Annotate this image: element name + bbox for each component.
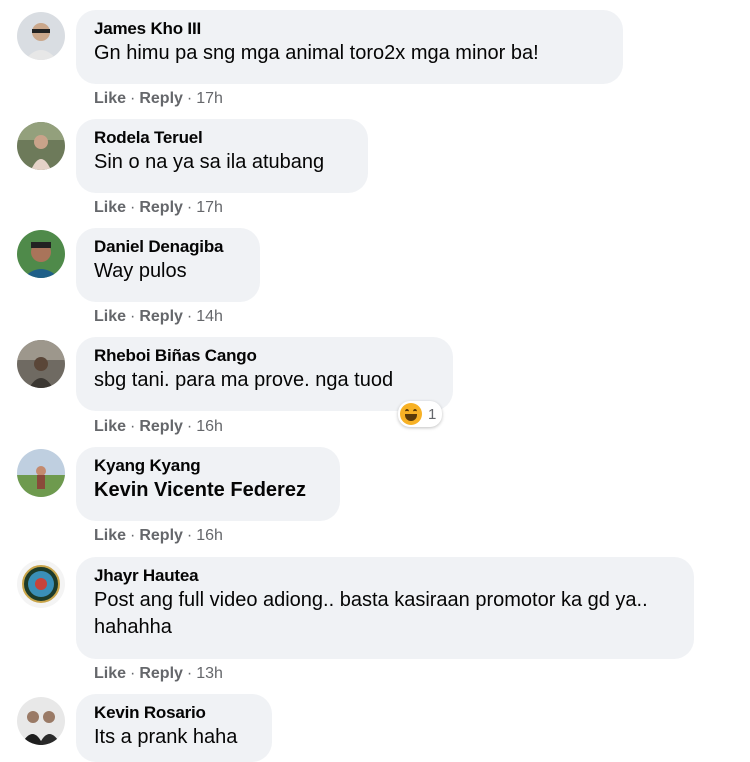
reply-button[interactable]: Reply (139, 90, 183, 107)
avatar[interactable] (17, 697, 65, 745)
reply-button[interactable]: Reply (139, 308, 183, 325)
like-button[interactable]: Like (94, 665, 126, 682)
comment-timestamp[interactable]: 17h (196, 199, 223, 216)
comment-actions: Like · Reply · 14h (94, 308, 223, 326)
comment-text: Post ang full video adiong.. basta kasir… (94, 589, 648, 638)
comment-author[interactable]: Rodela Teruel (94, 127, 350, 149)
comment-actions: Like · Reply · 17h (94, 199, 223, 217)
comment-actions: Like · Reply · 17h (94, 90, 223, 108)
comment-bubble: Kyang Kyang Kevin Vicente Federez (76, 447, 340, 521)
mentioned-user-link[interactable]: Kevin Vicente Federez (94, 477, 322, 504)
separator: · (130, 527, 136, 544)
comment-bubble: Jhayr Hautea Post ang full video adiong.… (76, 557, 694, 659)
avatar[interactable] (17, 230, 65, 278)
comment-text: sbg tani. para ma prove. nga tuod (94, 369, 394, 391)
like-button[interactable]: Like (94, 527, 126, 544)
avatar[interactable] (17, 122, 65, 170)
comment-bubble: Rodela Teruel Sin o na ya sa ila atubang (76, 119, 368, 193)
comment-text: Way pulos (94, 260, 187, 282)
comment-actions: Like · Reply · 16h (94, 418, 223, 436)
comment-author[interactable]: Kevin Rosario (94, 702, 254, 724)
comment-bubble: Daniel Denagiba Way pulos (76, 228, 260, 302)
comment-author[interactable]: Kyang Kyang (94, 455, 322, 477)
reply-button[interactable]: Reply (139, 527, 183, 544)
like-button[interactable]: Like (94, 308, 126, 325)
avatar[interactable] (17, 449, 65, 497)
comment-author[interactable]: Jhayr Hautea (94, 565, 676, 587)
comment-timestamp[interactable]: 16h (196, 418, 223, 435)
separator: · (186, 527, 193, 544)
separator: · (130, 665, 136, 682)
reaction-count[interactable]: 1 (398, 401, 443, 427)
comment-timestamp[interactable]: 17h (196, 90, 223, 107)
separator: · (130, 308, 136, 325)
comment-text: Sin o na ya sa ila atubang (94, 151, 325, 173)
comment-actions: Like · Reply · 13h (94, 665, 223, 683)
comment-bubble: Kevin Rosario Its a prank haha (76, 694, 272, 762)
haha-emoji-icon (400, 403, 422, 425)
separator: · (186, 665, 193, 682)
avatar[interactable] (17, 560, 65, 608)
comment-text: Its a prank haha (94, 726, 238, 748)
separator: · (130, 90, 136, 107)
avatar[interactable] (17, 340, 65, 388)
comment-timestamp[interactable]: 16h (196, 527, 223, 544)
comment-author[interactable]: James Kho III (94, 18, 605, 40)
comment-bubble: Rheboi Biñas Cango sbg tani. para ma pro… (76, 337, 453, 411)
reply-button[interactable]: Reply (139, 418, 183, 435)
separator: · (186, 199, 193, 216)
comment-bubble: James Kho III Gn himu pa sng mga animal … (76, 10, 623, 84)
like-button[interactable]: Like (94, 418, 126, 435)
separator: · (186, 308, 193, 325)
separator: · (186, 90, 193, 107)
like-button[interactable]: Like (94, 90, 126, 107)
reaction-count-label: 1 (428, 405, 437, 423)
separator: · (186, 418, 193, 435)
reply-button[interactable]: Reply (139, 199, 183, 216)
comment-author[interactable]: Rheboi Biñas Cango (94, 345, 435, 367)
separator: · (130, 418, 136, 435)
like-button[interactable]: Like (94, 199, 126, 216)
comment-timestamp[interactable]: 14h (196, 308, 223, 325)
comment-timestamp[interactable]: 13h (196, 665, 223, 682)
comment-actions: Like · Reply · 16h (94, 527, 223, 545)
separator: · (130, 199, 136, 216)
comment-author[interactable]: Daniel Denagiba (94, 236, 242, 258)
reply-button[interactable]: Reply (139, 665, 183, 682)
avatar[interactable] (17, 12, 65, 60)
comment-text: Gn himu pa sng mga animal toro2x mga min… (94, 42, 539, 64)
